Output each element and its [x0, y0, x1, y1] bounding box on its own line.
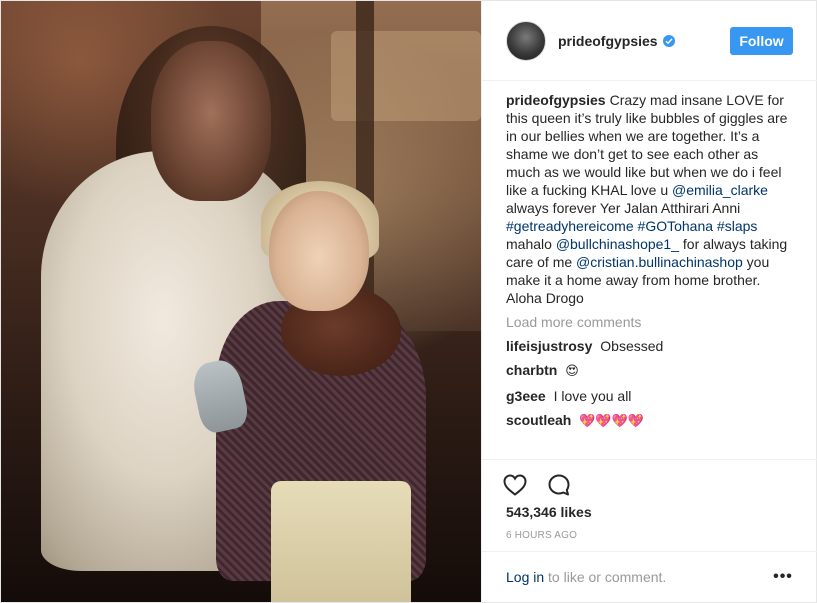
login-prompt: Log in to like or comment. — [506, 569, 666, 585]
caption-text-segment: always forever Yer Jalan Atthirari Anni — [506, 200, 741, 216]
comment-bubble-icon[interactable] — [544, 470, 574, 500]
caption-link[interactable]: #getreadyhereicome — [506, 218, 634, 234]
caption-link[interactable]: @emilia_clarke — [672, 182, 768, 198]
verified-badge-icon — [662, 34, 675, 47]
comment-item: charbtn 😍 — [506, 361, 796, 381]
action-icons — [500, 470, 574, 500]
man-face — [151, 41, 271, 201]
woman-face — [269, 191, 369, 311]
comment-username[interactable]: scoutleah — [506, 412, 571, 428]
follow-button[interactable]: Follow — [730, 26, 793, 55]
more-options-icon[interactable]: ••• — [773, 567, 793, 587]
post-footer: Log in to like or comment. ••• — [482, 551, 817, 602]
comment-text: I love you all — [553, 388, 632, 404]
comment-username[interactable]: lifeisjustrosy — [506, 338, 592, 354]
post-side-panel: prideofgypsies Follow prideofgypsies Craz… — [481, 1, 817, 602]
post-photo[interactable] — [1, 1, 481, 602]
comment-username[interactable]: charbtn — [506, 362, 557, 378]
caption-username[interactable]: prideofgypsies — [506, 92, 606, 108]
load-more-comments[interactable]: Load more comments — [506, 313, 796, 331]
heart-icon[interactable] — [500, 470, 530, 500]
post-caption: prideofgypsies Crazy mad insane LOVE for … — [506, 91, 796, 307]
likes-count[interactable]: 543,346 likes — [506, 504, 592, 520]
login-prompt-text: to like or comment. — [544, 569, 667, 585]
background-light — [331, 31, 481, 121]
post-timestamp: 6 HOURS AGO — [506, 530, 578, 541]
comment-item: g3eee I love you all — [506, 387, 796, 405]
caption-link[interactable]: @cristian.bullinachinashop — [576, 254, 743, 270]
avatar[interactable] — [506, 20, 546, 61]
caption-text-segment: mahalo — [506, 236, 556, 252]
login-link[interactable]: Log in — [506, 569, 544, 585]
comment-text: 💖💖💖💖 — [579, 414, 644, 429]
woman-pants — [271, 481, 411, 602]
post-header: prideofgypsies Follow — [482, 1, 817, 81]
caption-link[interactable]: #GOTohana — [638, 218, 714, 234]
instagram-post: prideofgypsies Follow prideofgypsies Craz… — [0, 0, 817, 603]
comment-text: Obsessed — [600, 338, 664, 354]
comment-item: lifeisjustrosy Obsessed — [506, 337, 796, 355]
comment-text: 😍 — [565, 364, 579, 379]
caption-link[interactable]: @bullchinashope1_ — [556, 236, 679, 252]
post-username[interactable]: prideofgypsies — [558, 33, 658, 49]
comment-item: scoutleah 💖💖💖💖 — [506, 411, 796, 431]
comments-section: prideofgypsies Crazy mad insane LOVE for … — [506, 91, 796, 431]
caption-text: Crazy mad insane LOVE for this queen it’… — [506, 92, 787, 306]
comment-username[interactable]: g3eee — [506, 388, 546, 404]
caption-link[interactable]: #slaps — [717, 218, 757, 234]
post-actions: 543,346 likes 6 HOURS AGO — [482, 459, 817, 541]
